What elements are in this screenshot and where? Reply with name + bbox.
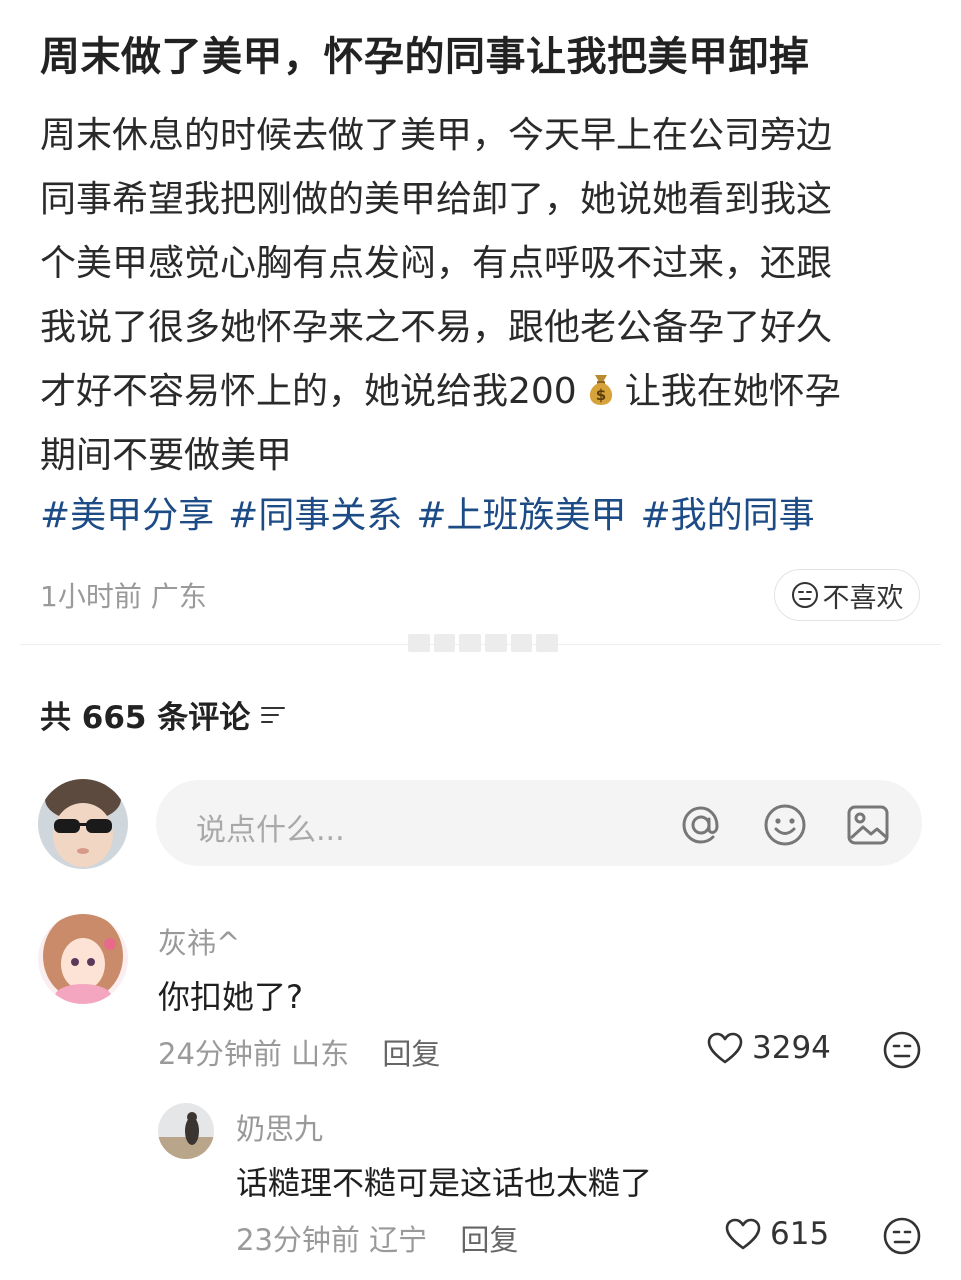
post-location: 广东: [150, 580, 207, 613]
comment-time: 24分钟前: [158, 1037, 282, 1071]
meh-face-icon: [791, 582, 818, 608]
comment-input[interactable]: 说点什么...: [156, 780, 922, 866]
money-bag-icon: $: [589, 375, 612, 405]
reply-button[interactable]: 回复: [460, 1223, 518, 1257]
hashtag-link[interactable]: #同事关系: [228, 495, 402, 536]
sort-icon[interactable]: [260, 704, 286, 726]
hashtag-link[interactable]: #上班族美甲: [416, 495, 626, 536]
commenter-avatar[interactable]: [158, 1103, 214, 1159]
comment-meta: 23分钟前 辽宁 回复: [236, 1217, 518, 1259]
avatar-image: [38, 914, 128, 1004]
mention-icon[interactable]: [678, 802, 724, 848]
user-avatar[interactable]: [38, 779, 128, 869]
like-count: 3294: [752, 1030, 831, 1066]
tag-list: #美甲分享 #同事关系 #上班族美甲 #我的同事: [40, 486, 829, 546]
comment-text[interactable]: 你扣她了?: [158, 972, 303, 1018]
post-title: 周末做了美甲，怀孕的同事让我把美甲卸掉: [40, 34, 810, 80]
divider-watermark: [408, 634, 559, 652]
comment-input-placeholder: 说点什么...: [196, 813, 345, 848]
post-time: 1小时前: [40, 580, 142, 613]
like-button[interactable]: 3294: [706, 1030, 831, 1066]
post-body-text-cont: 让我在她怀孕: [624, 371, 841, 412]
commenter-name[interactable]: 灰祎^: [158, 920, 240, 962]
post-body: 周末休息的时候去做了美甲，今天早上在公司旁边 同事希望我把刚做的美甲给卸了，她说…: [40, 104, 920, 488]
comment-location: 辽宁: [369, 1223, 428, 1257]
svg-text:$: $: [596, 386, 606, 404]
post-body-last-line: 期间不要做美甲: [40, 435, 293, 476]
dislike-label: 不喜欢: [822, 582, 904, 614]
like-button[interactable]: 615: [724, 1216, 829, 1252]
commenter-avatar[interactable]: [38, 914, 128, 1004]
comment-time: 23分钟前: [236, 1223, 360, 1257]
heart-icon: [707, 1032, 743, 1064]
dislike-button[interactable]: 不喜欢: [774, 569, 920, 621]
comment-meta: 24分钟前 山东 回复: [158, 1031, 440, 1073]
comment-count-text: 共 665 条评论: [40, 700, 251, 736]
hashtag-link[interactable]: #我的同事: [641, 495, 815, 536]
hashtag-link[interactable]: #美甲分享: [40, 495, 214, 536]
comment-text[interactable]: 话糙理不糙可是这话也太糙了: [236, 1158, 652, 1204]
comment-count[interactable]: 共 665 条评论: [40, 692, 286, 737]
dislike-comment-icon[interactable]: [882, 1216, 922, 1256]
avatar-image: [158, 1103, 214, 1159]
emoji-icon[interactable]: [762, 802, 808, 848]
avatar-image: [38, 779, 128, 869]
image-icon[interactable]: [846, 802, 890, 848]
reply-button[interactable]: 回复: [382, 1037, 440, 1071]
heart-icon: [725, 1218, 761, 1250]
post-meta: 1小时前 广东: [40, 575, 207, 615]
comment-location: 山东: [291, 1037, 350, 1071]
post-body-text: 周末休息的时候去做了美甲，今天早上在公司旁边 同事希望我把刚做的美甲给卸了，她说…: [40, 115, 833, 412]
commenter-name[interactable]: 奶思九: [236, 1106, 323, 1148]
dislike-comment-icon[interactable]: [882, 1030, 922, 1070]
like-count: 615: [770, 1216, 830, 1252]
